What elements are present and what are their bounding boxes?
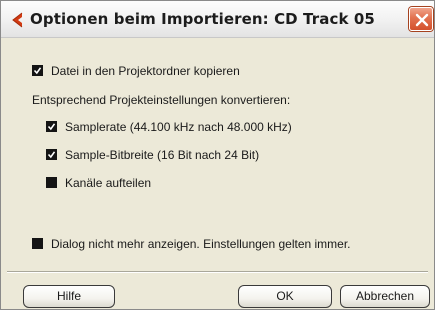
left-arrow-icon [10, 12, 24, 28]
dont-show-label: Dialog nicht mehr anzeigen. Einstellunge… [51, 237, 351, 251]
copy-to-project-checkbox[interactable] [32, 65, 43, 76]
bitdepth-label: Sample-Bitbreite (16 Bit nach 24 Bit) [65, 148, 260, 162]
dont-show-checkbox[interactable] [32, 238, 43, 249]
bitdepth-checkbox[interactable] [46, 149, 57, 160]
separator [7, 271, 428, 273]
split-channels-label: Kanäle aufteilen [65, 176, 152, 190]
dialog-title: Optionen beim Importieren: CD Track 05 [30, 10, 375, 28]
help-button[interactable]: Hilfe [23, 285, 115, 308]
ok-button[interactable]: OK [238, 285, 332, 308]
samplerate-checkbox[interactable] [46, 121, 57, 132]
split-channels-checkbox[interactable] [46, 177, 57, 188]
close-button[interactable] [409, 7, 433, 31]
samplerate-label: Samplerate (44.100 kHz nach 48.000 kHz) [65, 120, 292, 134]
cancel-button[interactable]: Abbrechen [340, 285, 430, 308]
copy-to-project-label: Datei in den Projektordner kopieren [51, 64, 240, 78]
title-bar[interactable]: Optionen beim Importieren: CD Track 05 [1, 1, 434, 38]
import-options-dialog: Optionen beim Importieren: CD Track 05 D… [0, 0, 435, 310]
convert-heading: Entsprechend Projekteinstellungen konver… [32, 93, 291, 107]
